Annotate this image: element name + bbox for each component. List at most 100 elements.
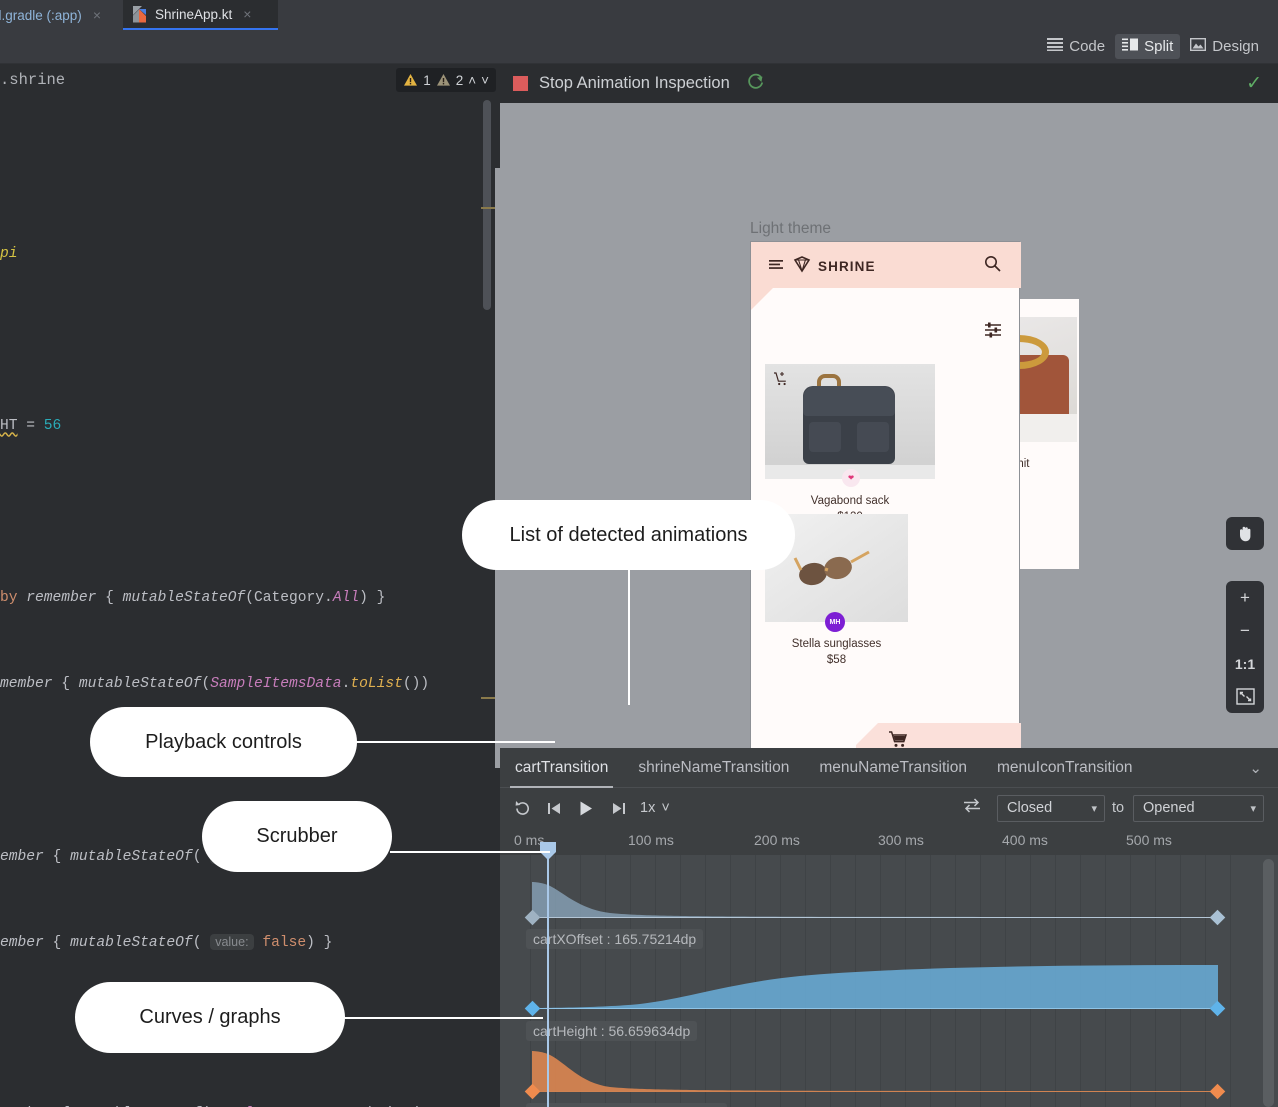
bottom-cart-bar[interactable]: [856, 723, 1021, 748]
scrubber-line[interactable]: [547, 848, 549, 1107]
app-title: SHRINE: [818, 259, 876, 274]
editor-marker: [481, 207, 495, 209]
inspection-widget[interactable]: 1 2 ˄ ˅: [396, 68, 496, 92]
tab-menuNameTransition[interactable]: menuNameTransition: [804, 748, 982, 788]
search-icon[interactable]: [984, 255, 1001, 277]
refresh-icon[interactable]: [746, 72, 765, 96]
callout-list-of-detected-animations: List of detected animations: [462, 500, 795, 570]
callout-leader-1: [628, 555, 630, 705]
weak-warning-count: 2: [456, 73, 464, 88]
shopping-cart-icon[interactable]: [888, 731, 907, 749]
editor-scrollbar[interactable]: [483, 100, 491, 310]
playback-speed-selector[interactable]: 1x ˅: [640, 800, 670, 816]
editor-tab-bar: d.gradle (:app) × ShrineApp.kt ×: [0, 0, 1278, 30]
to-state-dropdown[interactable]: Opened ▾: [1133, 795, 1264, 822]
editor-mode-bar: Code Split Design: [0, 30, 1278, 64]
pan-hand-tool[interactable]: [1226, 517, 1264, 550]
baseline-cartHeight: [532, 1008, 1218, 1009]
callout-playback-controls: Playback controls: [90, 707, 357, 777]
weak-warning-icon: [436, 73, 451, 87]
tab-gradle[interactable]: d.gradle (:app) ×: [0, 0, 111, 30]
tab-label: menuNameTransition: [819, 759, 967, 777]
baseline-cartXOffset: [532, 917, 1218, 918]
callout-text: Scrubber: [256, 825, 337, 848]
editor-marker: [481, 697, 495, 699]
preview-device-frame[interactable]: SHRINE: [750, 241, 1020, 748]
callout-scrubber: Scrubber: [202, 801, 392, 872]
curve-cartXOffset: [500, 855, 1278, 925]
tab-menuIconTransition[interactable]: menuIconTransition: [982, 748, 1148, 788]
chevron-down-icon: ▾: [1091, 802, 1097, 815]
playback-controls: 1x ˅ Closed ▾ to Opened ▾: [500, 788, 1278, 828]
tune-filter-icon[interactable]: [985, 322, 1001, 343]
product-card-vagabond[interactable]: ❤ Vagabond sack $120: [765, 364, 935, 523]
preview-pane: Stop Animation Inspection ✓ Light theme: [500, 64, 1278, 1107]
tab-shrineNameTransition[interactable]: shrineNameTransition: [623, 748, 804, 788]
mode-split-button[interactable]: Split: [1115, 34, 1180, 59]
callout-leader-2: [355, 741, 555, 743]
warning-count: 1: [423, 73, 431, 88]
tick-label-300: 300 ms: [878, 832, 924, 848]
tab-label: menuIconTransition: [997, 759, 1133, 777]
hamburger-menu-icon[interactable]: [769, 257, 786, 276]
swap-states-icon[interactable]: [963, 798, 981, 818]
zoom-controls-group[interactable]: + − 1:1: [1226, 581, 1264, 713]
product-name: Stella sunglasses: [765, 638, 908, 650]
mode-code-label: Code: [1069, 38, 1105, 55]
tick-label-200: 200 ms: [754, 832, 800, 848]
zoom-in-button[interactable]: +: [1226, 581, 1264, 614]
split-view-icon: [1122, 38, 1138, 55]
tick-label-400: 400 ms: [1002, 832, 1048, 848]
callout-curves-graphs: Curves / graphs: [75, 982, 345, 1053]
zoom-to-fit-button[interactable]: [1226, 680, 1264, 713]
add-to-cart-icon[interactable]: [773, 371, 789, 392]
play-icon[interactable]: [570, 793, 602, 823]
skip-to-end-icon[interactable]: [602, 793, 634, 823]
tab-label: ShrineApp.kt: [155, 7, 232, 22]
animation-inspector: cartTransition shrineNameTransition menu…: [500, 748, 1278, 1107]
from-state-dropdown[interactable]: Closed ▾: [997, 795, 1105, 822]
animation-tabs: cartTransition shrineNameTransition menu…: [500, 748, 1278, 788]
stop-animation-inspection-button[interactable]: Stop Animation Inspection: [513, 74, 730, 93]
preview-canvas[interactable]: Light theme: [500, 103, 1278, 748]
breadcrumb[interactable]: .shrine: [0, 71, 65, 89]
zoom-out-button[interactable]: −: [1226, 614, 1264, 647]
value-label-cartXOffset: cartXOffset : 165.75214dp: [526, 929, 703, 949]
close-icon[interactable]: ×: [243, 6, 251, 22]
tab-cartTransition[interactable]: cartTransition: [500, 748, 623, 788]
pan-tool-group[interactable]: [1226, 517, 1264, 550]
source-code[interactable]: pi HT = 56 by remember { mutableStateOf(…: [0, 96, 482, 1107]
mode-design-button[interactable]: Design: [1183, 34, 1266, 59]
diamond-logo-icon: [792, 254, 812, 279]
kotlin-file-icon: [133, 6, 148, 23]
app-bar-left-group: SHRINE: [769, 254, 876, 279]
skip-to-start-icon[interactable]: [538, 793, 570, 823]
stop-square-icon: [513, 76, 528, 91]
value-label-cartHeight: cartHeight : 56.659634dp: [526, 1021, 697, 1041]
status-badge: MH: [825, 612, 845, 632]
value-label-cartCornerSize: cartCornerSize : 23.678877dp: [526, 1103, 727, 1107]
timeline-scrollbar[interactable]: [1263, 859, 1274, 1107]
tab-shrineapp-kt[interactable]: ShrineApp.kt ×: [123, 0, 278, 30]
loop-icon[interactable]: [506, 793, 538, 823]
code-editor-pane[interactable]: .shrine 1 2: [0, 64, 500, 1107]
close-icon[interactable]: ×: [93, 7, 101, 23]
curve-cartHeight: [500, 948, 1278, 1023]
timeline-tracks[interactable]: cartXOffset : 165.75214dp cartHeight : 5…: [500, 855, 1278, 1107]
mode-design-label: Design: [1212, 38, 1259, 55]
design-image-icon: [1190, 38, 1206, 55]
zoom-actual-size-button[interactable]: 1:1: [1226, 647, 1264, 680]
mode-code-button[interactable]: Code: [1040, 34, 1112, 59]
tick-label-0: 0 ms: [514, 832, 544, 848]
next-problem-icon[interactable]: ˅: [481, 73, 489, 88]
chevron-down-icon[interactable]: ⌄: [1249, 759, 1262, 777]
editor-breadcrumb-bar: .shrine 1 2: [0, 64, 500, 96]
animation-timeline[interactable]: 0 ms 100 ms 200 ms 300 ms 400 ms 500 ms: [500, 828, 1278, 1107]
timeline-ruler[interactable]: 0 ms 100 ms 200 ms 300 ms 400 ms 500 ms: [500, 828, 1278, 855]
callout-leader-4: [343, 1017, 543, 1019]
tab-label: shrineNameTransition: [638, 759, 789, 777]
product-price: $58: [765, 654, 908, 666]
product-name: Vagabond sack: [765, 495, 935, 507]
curve-cartCornerSize: [500, 1043, 1278, 1107]
previous-problem-icon[interactable]: ˄: [468, 73, 476, 88]
